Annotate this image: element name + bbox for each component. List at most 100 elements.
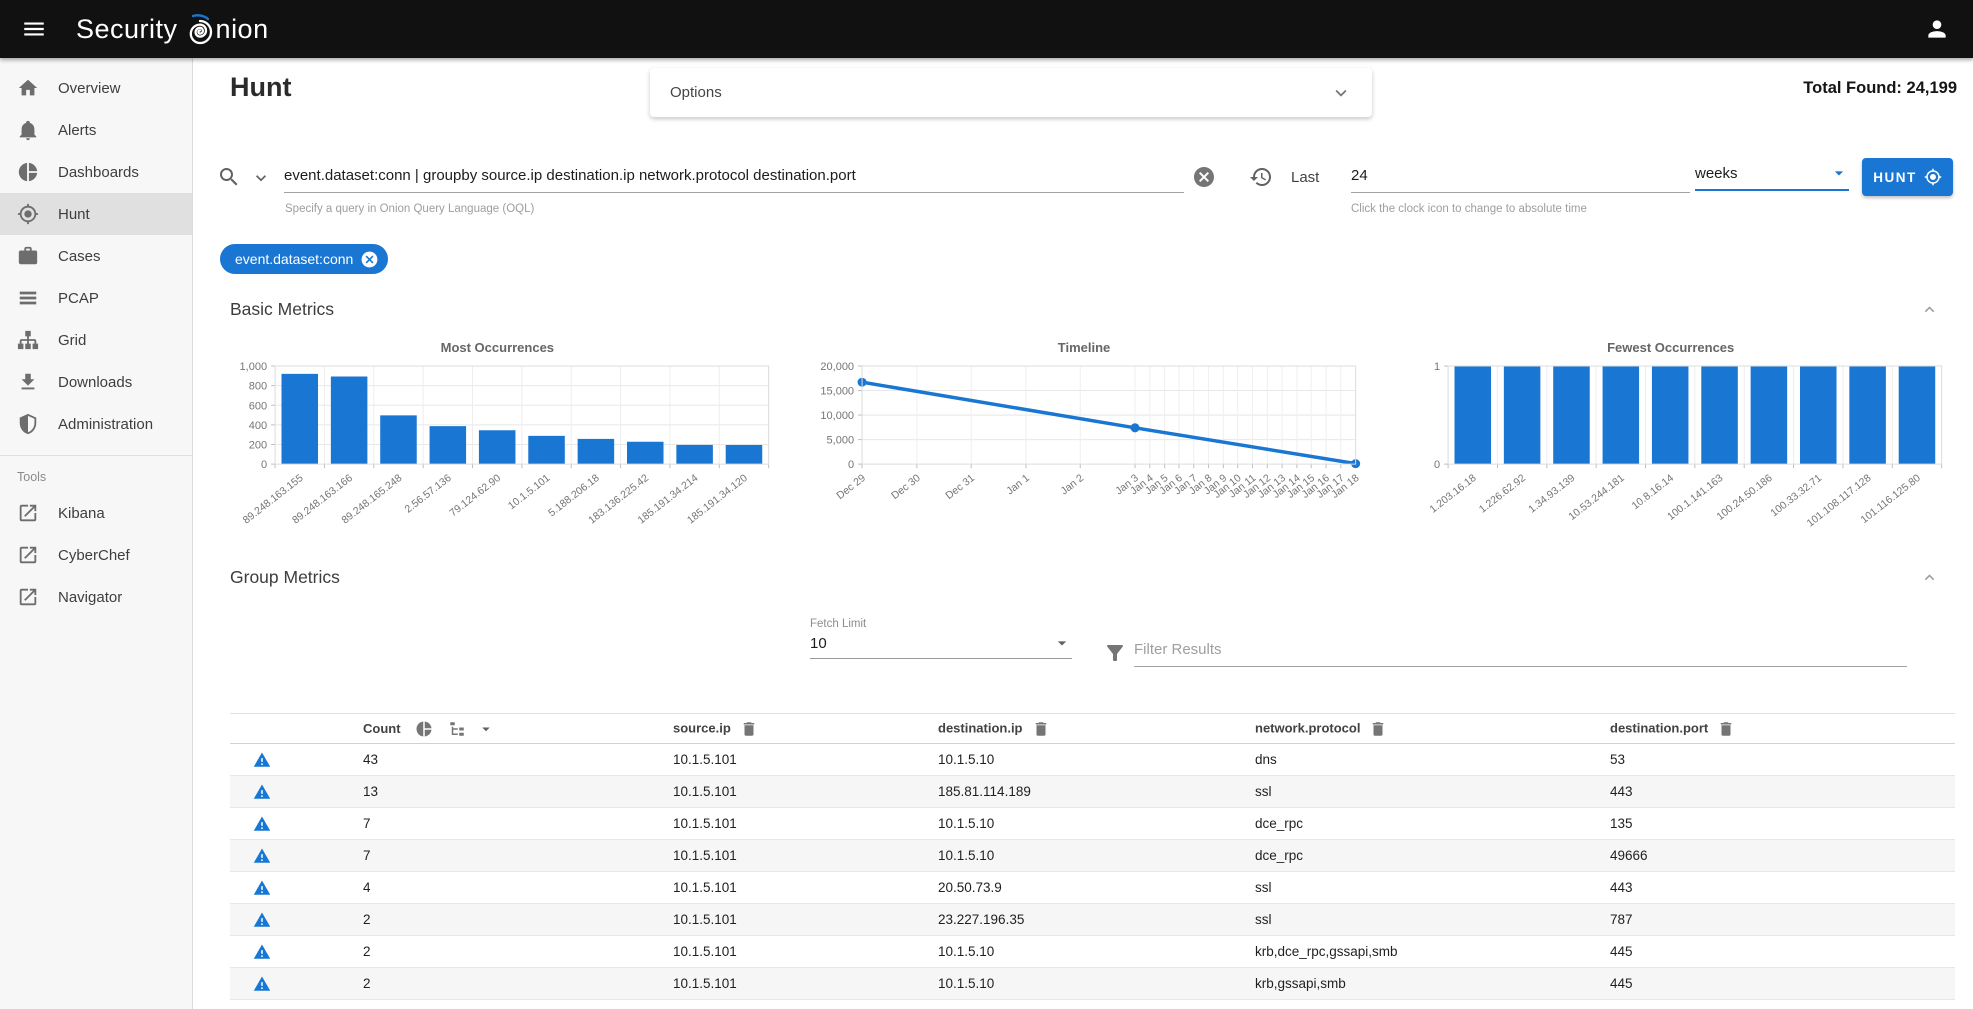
sidebar-item-kibana[interactable]: Kibana <box>0 492 192 534</box>
warning-icon[interactable] <box>253 911 271 929</box>
table-cell: 7 <box>294 848 673 863</box>
total-found-value: 24,199 <box>1907 79 1957 97</box>
bar-chart: 1,000800600400200089.248.163.15589.248.1… <box>217 360 778 565</box>
sidebar-item-downloads[interactable]: Downloads <box>0 361 192 403</box>
chart-most-occurrences: Most Occurrences 1,000800600400200089.24… <box>217 340 778 565</box>
table-row[interactable]: 210.1.5.10123.227.196.35ssl787 <box>230 904 1955 936</box>
options-expander[interactable]: Options <box>650 68 1372 117</box>
pie-chart-toggle-icon[interactable] <box>415 720 433 738</box>
column-label: destination.ip <box>938 720 1023 735</box>
pcap-icon <box>17 287 39 309</box>
svg-text:1.34.93.139: 1.34.93.139 <box>1527 472 1578 516</box>
total-found: Total Found: 24,199 <box>1803 79 1957 98</box>
options-label: Options <box>670 84 722 101</box>
fetch-limit-label: Fetch Limit <box>810 618 1072 630</box>
menu-down-icon <box>1052 633 1072 653</box>
crosshairs-icon <box>1924 168 1942 186</box>
sidebar-item-navigator[interactable]: Navigator <box>0 576 192 618</box>
table-cell: dce_rpc <box>1255 816 1610 831</box>
chart-title: Fewest Occurrences <box>1390 340 1951 360</box>
sidebar-item-dashboards[interactable]: Dashboards <box>0 151 192 193</box>
svg-text:79.124.62.90: 79.124.62.90 <box>447 472 503 519</box>
warning-icon[interactable] <box>253 879 271 897</box>
table-row[interactable]: 710.1.5.10110.1.5.10dce_rpc135 <box>230 808 1955 840</box>
basic-metrics-section-header: Basic Metrics <box>230 296 1953 322</box>
group-metrics-title: Group Metrics <box>230 567 340 588</box>
warning-icon[interactable] <box>253 815 271 833</box>
table-row[interactable]: 210.1.5.10110.1.5.10krb,gssapi,smb445 <box>230 968 1955 1000</box>
table-cell: 443 <box>1610 784 1955 799</box>
chart-fewest-occurrences: Fewest Occurrences 101.203.16.181.226.62… <box>1390 340 1951 565</box>
query-hint: Specify a query in Onion Query Language … <box>285 203 534 215</box>
filter-results-input[interactable] <box>1134 641 1907 667</box>
relative-time-hint: Click the clock icon to change to absolu… <box>1351 203 1587 215</box>
table-row[interactable]: 410.1.5.10120.50.73.9ssl443 <box>230 872 1955 904</box>
hunt-button[interactable]: HUNT <box>1862 158 1953 196</box>
trash-icon[interactable] <box>1369 720 1387 738</box>
collapse-basic-metrics-icon[interactable] <box>1920 300 1939 319</box>
group-metrics-section-header: Group Metrics <box>230 564 1953 590</box>
warning-icon[interactable] <box>253 975 271 993</box>
table-cell: 135 <box>1610 816 1955 831</box>
collapse-group-metrics-icon[interactable] <box>1920 568 1939 587</box>
warning-icon[interactable] <box>253 943 271 961</box>
time-history-icon[interactable] <box>1249 165 1273 189</box>
query-dropdown-chevron-icon[interactable] <box>251 168 271 188</box>
table-cell: krb,dce_rpc,gssapi,smb <box>1255 944 1610 959</box>
table-row[interactable]: 710.1.5.10110.1.5.10dce_rpc49666 <box>230 840 1955 872</box>
search-icon <box>217 165 241 189</box>
sidebar-item-grid[interactable]: Grid <box>0 319 192 361</box>
hamburger-menu-icon[interactable] <box>14 9 54 49</box>
query-input[interactable] <box>284 167 1184 193</box>
sidebar-item-overview[interactable]: Overview <box>0 67 192 109</box>
chevron-down-icon <box>1330 82 1352 104</box>
column-label: destination.port <box>1610 720 1708 735</box>
table-cell: 445 <box>1610 944 1955 959</box>
sidebar-tools-header: Tools <box>0 456 192 492</box>
svg-text:1: 1 <box>1434 361 1440 373</box>
relative-time-input[interactable] <box>1351 167 1690 193</box>
svg-text:2.56.57.136: 2.56.57.136 <box>403 472 454 516</box>
sidebar-item-administration[interactable]: Administration <box>0 403 192 445</box>
chart-title: Most Occurrences <box>217 340 778 360</box>
warning-icon[interactable] <box>253 751 271 769</box>
filetree-sankey-toggle-icon[interactable] <box>448 720 466 738</box>
filter-chip[interactable]: event.dataset:conn <box>220 244 388 274</box>
sidebar-item-alerts[interactable]: Alerts <box>0 109 192 151</box>
clear-query-icon[interactable] <box>1192 165 1216 189</box>
sidebar-item-pcap[interactable]: PCAP <box>0 277 192 319</box>
table-cell: 2 <box>294 976 673 991</box>
onion-spiral-icon <box>185 12 215 46</box>
svg-text:1.203.16.18: 1.203.16.18 <box>1428 472 1479 516</box>
table-cell: 10.1.5.101 <box>673 944 938 959</box>
trash-icon[interactable] <box>740 720 758 738</box>
briefcase-icon <box>17 245 39 267</box>
table-row[interactable]: 210.1.5.10110.1.5.10krb,dce_rpc,gssapi,s… <box>230 936 1955 968</box>
column-label: Count <box>363 721 401 736</box>
fetch-limit-select[interactable]: Fetch Limit 10 <box>810 618 1072 659</box>
table-cell: 445 <box>1610 976 1955 991</box>
sidebar-item-hunt[interactable]: Hunt <box>0 193 192 235</box>
trash-icon[interactable] <box>1717 720 1735 738</box>
trash-icon[interactable] <box>1032 720 1050 738</box>
warning-icon[interactable] <box>253 783 271 801</box>
user-account-icon[interactable] <box>1917 9 1957 49</box>
chart-options-caret-icon[interactable] <box>477 720 495 738</box>
sidebar-item-cases[interactable]: Cases <box>0 235 192 277</box>
sidebar-item-cyberchef[interactable]: CyberChef <box>0 534 192 576</box>
remove-filter-icon[interactable] <box>360 250 379 269</box>
table-body: 4310.1.5.10110.1.5.10dns531310.1.5.10118… <box>230 744 1955 1000</box>
table-row[interactable]: 4310.1.5.10110.1.5.10dns53 <box>230 744 1955 776</box>
table-cell: 10.1.5.101 <box>673 880 938 895</box>
column-header-destination.port: destination.port <box>1610 720 1955 738</box>
time-units-select[interactable]: weeks <box>1695 163 1849 191</box>
warning-icon[interactable] <box>253 847 271 865</box>
crosshairs-icon <box>17 203 39 225</box>
bell-icon <box>17 119 39 141</box>
table-row[interactable]: 1310.1.5.101185.81.114.189ssl443 <box>230 776 1955 808</box>
logo-text-left: Security <box>76 14 178 45</box>
table-cell: 10.1.5.101 <box>673 912 938 927</box>
table-cell: dce_rpc <box>1255 848 1610 863</box>
table-cell: 10.1.5.10 <box>938 816 1255 831</box>
hunt-button-label: HUNT <box>1873 170 1917 185</box>
